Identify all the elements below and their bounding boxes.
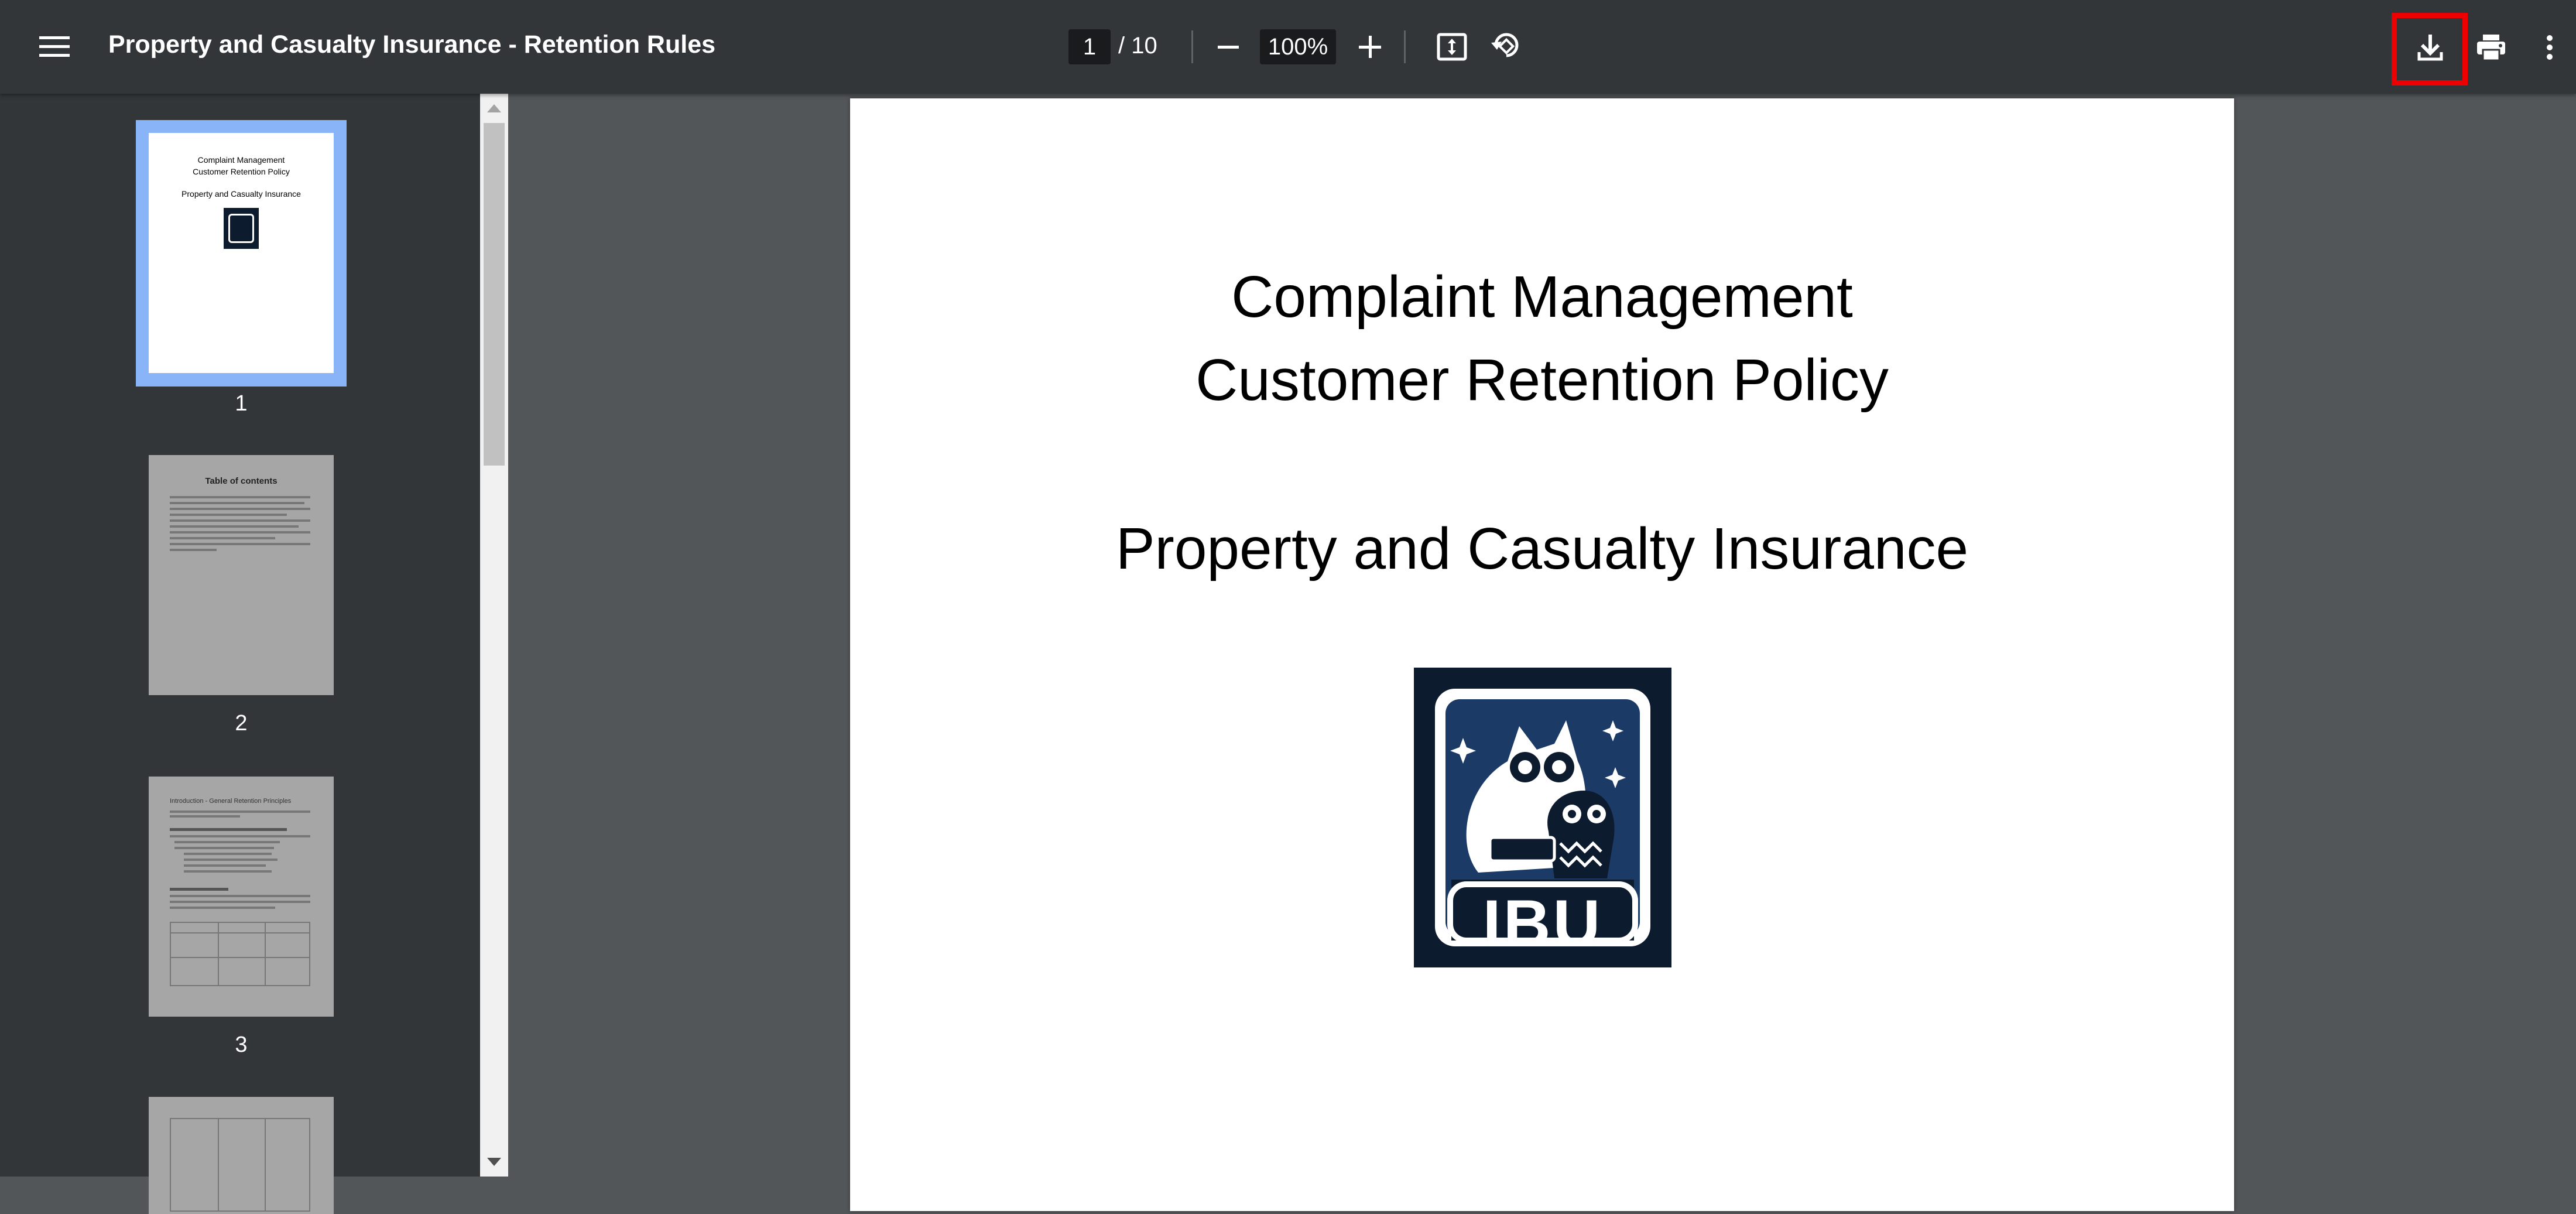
thumb1-line3: Property and Casualty Insurance xyxy=(181,189,301,199)
hamburger-menu-icon xyxy=(39,36,70,57)
fit-to-page-button[interactable] xyxy=(1433,28,1471,66)
thumbnail-label-1: 1 xyxy=(235,391,248,416)
fit-to-page-icon xyxy=(1437,33,1467,61)
sidebar-scrollbar[interactable] xyxy=(480,94,508,1177)
download-highlight-box xyxy=(2392,13,2468,86)
thumbnail-label-2: 2 xyxy=(235,711,248,736)
thumb2-heading: Table of contents xyxy=(205,476,278,486)
scroll-down-arrow[interactable] xyxy=(487,1158,501,1166)
zoom-out-button[interactable] xyxy=(1211,29,1246,64)
thumbnail-page-3[interactable]: Introduction - General Retention Princip… xyxy=(149,777,334,1017)
rotate-icon xyxy=(1491,33,1519,57)
page-total: / 10 xyxy=(1118,33,1157,59)
logo-text: IBU xyxy=(1482,887,1603,960)
document-heading-line2: Customer Retention Policy xyxy=(1195,347,1889,413)
menu-button[interactable] xyxy=(35,29,74,64)
zoom-in-button[interactable] xyxy=(1352,29,1388,64)
thumb3-heading: Introduction - General Retention Princip… xyxy=(170,798,292,805)
thumbnail-label-3: 3 xyxy=(235,1032,248,1057)
more-options-button[interactable] xyxy=(2535,28,2564,67)
thumb1-line1: Complaint Management xyxy=(197,155,285,165)
toolbar-divider xyxy=(1191,30,1193,63)
thumb1-line2: Customer Retention Policy xyxy=(193,167,290,176)
thumbnail-page-1-preview: Complaint Management Customer Retention … xyxy=(149,133,334,373)
document-title: Property and Casualty Insurance - Retent… xyxy=(108,30,716,59)
scroll-up-arrow[interactable] xyxy=(487,104,501,112)
document-subtitle: Property and Casualty Insurance xyxy=(1115,516,1969,582)
thumbnail-page-4[interactable] xyxy=(149,1097,334,1214)
scrollbar-thumb[interactable] xyxy=(484,123,505,466)
toolbar-divider xyxy=(1404,30,1406,63)
minus-icon xyxy=(1218,46,1239,49)
pdf-toolbar: Property and Casualty Insurance - Retent… xyxy=(0,0,2576,94)
print-button[interactable] xyxy=(2472,28,2510,67)
ibu-logo: IBU xyxy=(1414,668,1671,967)
plus-icon xyxy=(1359,36,1381,58)
more-vertical-icon xyxy=(2547,35,2553,60)
thumbnail-page-2[interactable]: Table of contents xyxy=(149,455,334,695)
pdf-page-1: Complaint Management Customer Retention … xyxy=(850,98,2234,1211)
rotate-button[interactable] xyxy=(1487,27,1526,66)
thumbnail-page-1[interactable]: Complaint Management Customer Retention … xyxy=(136,120,347,387)
thumbnail-sidebar: Complaint Management Customer Retention … xyxy=(0,94,480,1214)
zoom-level-input[interactable]: 100% xyxy=(1260,29,1336,64)
page-number-input[interactable]: 1 xyxy=(1068,29,1111,64)
thumb1-logo xyxy=(224,208,259,249)
document-heading-line1: Complaint Management xyxy=(1231,264,1853,330)
print-icon xyxy=(2477,35,2505,61)
